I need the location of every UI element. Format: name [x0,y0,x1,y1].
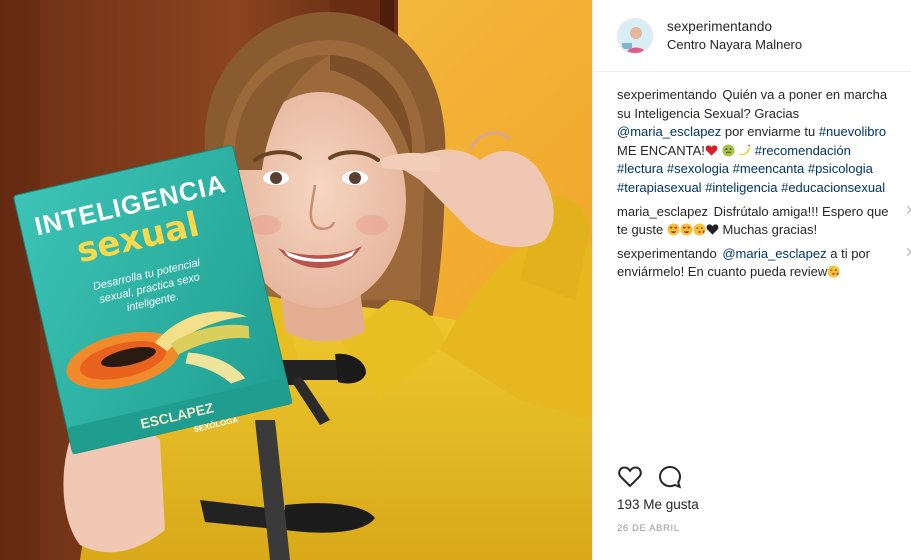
hashtag-lectura[interactable]: #lectura [617,161,663,176]
hashtag-sexologia[interactable]: #sexologia [667,161,729,176]
comment-1-author[interactable]: maria_esclapez [617,204,708,219]
avatar-image [618,18,652,53]
nauseated-face-icon [721,144,735,157]
hashtag-inteligencia[interactable]: #inteligencia [705,180,777,195]
hashtag-educacionsexual[interactable]: #educacionsexual [781,180,885,195]
hashtag-terapiasexual[interactable]: #terapiasexual [617,180,702,195]
post-side-panel: sexperimentando Centro Nayara Malnero se… [592,0,911,560]
avatar[interactable] [617,17,653,54]
caption: sexperimentando Quién va a poner en marc… [617,86,905,198]
black-heart-icon [706,224,719,235]
comment-2-mention[interactable]: @maria_esclapez [722,246,826,261]
comment-2-author[interactable]: sexperimentando [617,246,717,261]
caption-author[interactable]: sexperimentando [617,87,717,102]
post-location[interactable]: Centro Nayara Malnero [667,37,802,52]
comment-1: maria_esclapez Disfrútalo amiga!!! Esper… [617,203,911,240]
photo-illustration: INTELIGENCIA sexual Desarrolla tu potenc… [0,0,592,560]
heart-icon[interactable] [617,464,643,490]
heart-eyes-face-icon [680,223,693,236]
hashtag-recomendacion[interactable]: #recomendación [755,143,851,158]
close-icon[interactable]: ✕ [905,245,911,259]
banana-icon [739,144,751,156]
red-heart-icon [705,145,718,156]
caption-text-3: ME ENCANTA! [617,142,705,158]
hashtag-psicologia[interactable]: #psicologia [808,161,873,176]
post-header: sexperimentando Centro Nayara Malnero [593,0,911,72]
comments-list: sexperimentando Quién va a poner en marc… [617,86,911,287]
post-header-text: sexperimentando Centro Nayara Malnero [667,19,802,52]
hashtag-nuevolibro[interactable]: #nuevolibro [819,124,886,139]
kissing-wink-face-icon [827,265,840,278]
comment-2: sexperimentando @maria_esclapez a ti por… [617,245,911,282]
hashtag-meencanta[interactable]: #meencanta [733,161,805,176]
comment-icon[interactable] [657,464,683,490]
heart-eyes-face-icon [667,223,680,236]
comment-1-text-2: Muchas gracias! [722,222,818,238]
caption-text-2: por enviarme tu [724,124,816,140]
kissing-wink-face-icon [693,223,706,236]
post-date[interactable]: 26 DE ABRIL [617,523,680,534]
post-photo[interactable]: INTELIGENCIA sexual Desarrolla tu potenc… [0,0,592,560]
likes-count[interactable]: 193 Me gusta [617,497,699,512]
post-actions [617,462,897,492]
caption-mention[interactable]: @maria_esclapez [617,124,721,139]
instagram-post: INTELIGENCIA sexual Desarrolla tu potenc… [0,0,911,560]
post-username[interactable]: sexperimentando [667,19,802,34]
close-icon[interactable]: ✕ [905,203,911,217]
